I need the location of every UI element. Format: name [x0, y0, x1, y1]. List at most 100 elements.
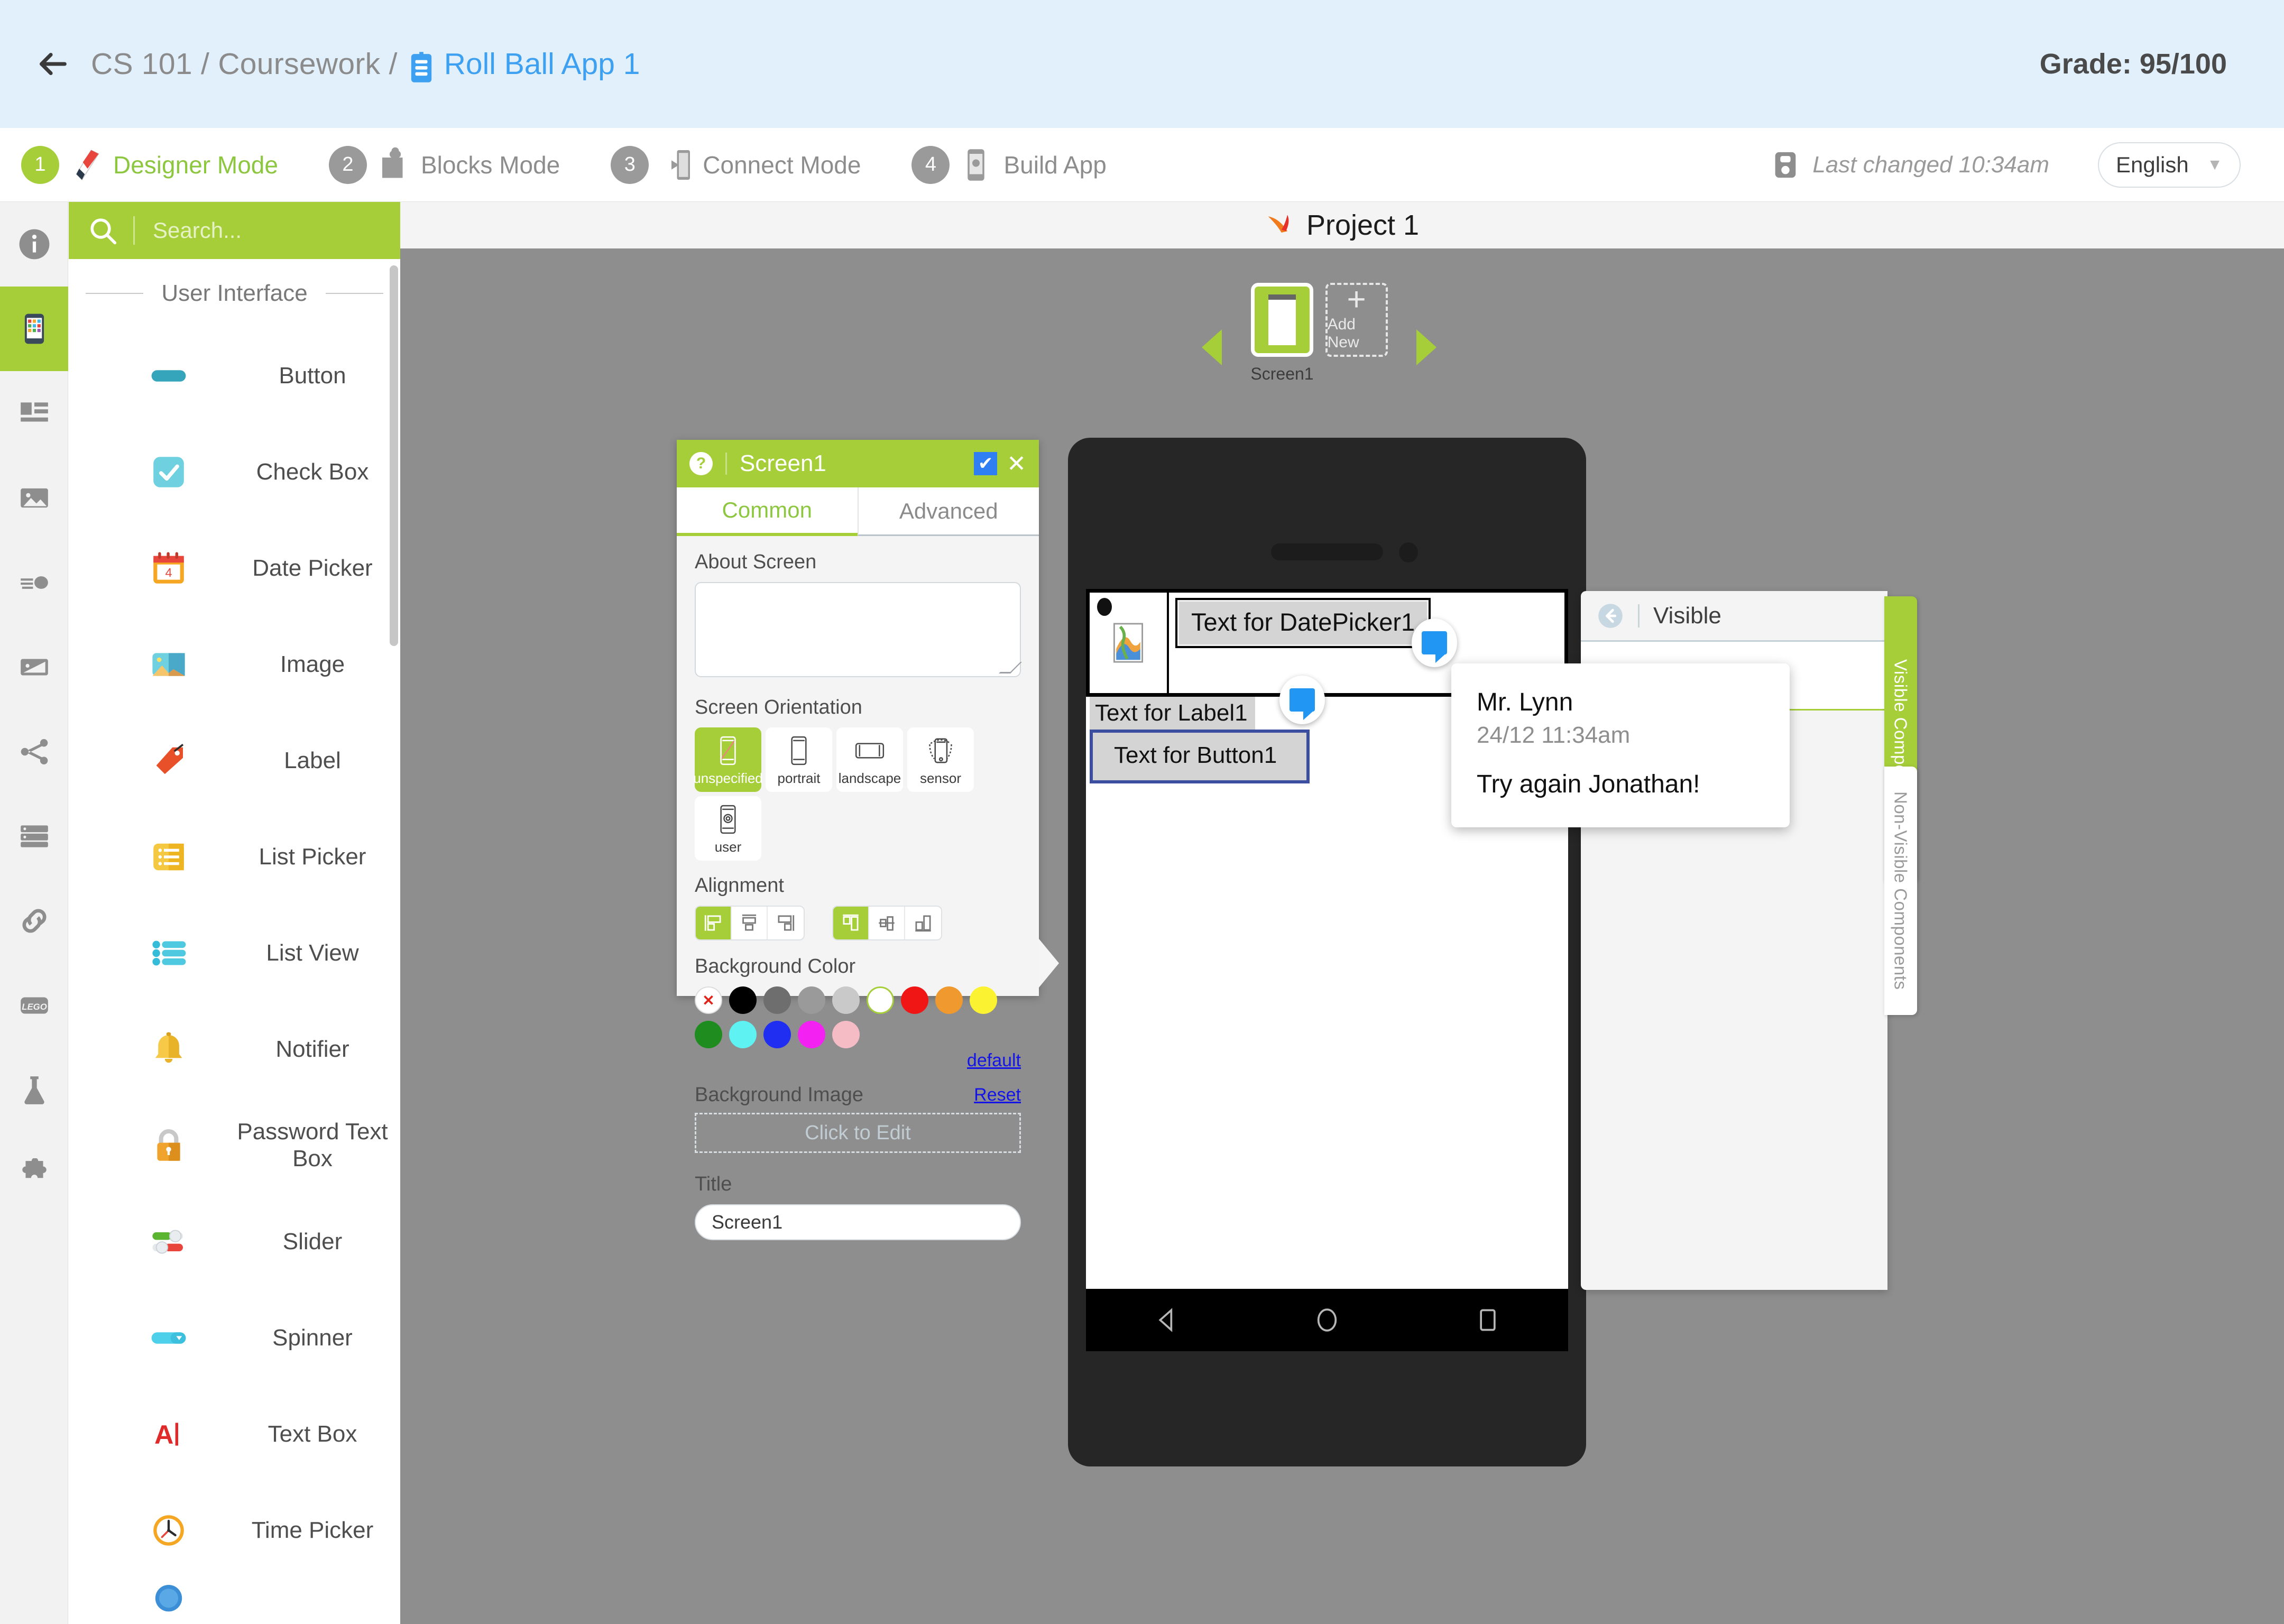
resize-grip-icon[interactable] — [999, 662, 1022, 673]
breadcrumb-section[interactable]: Coursework — [218, 47, 380, 81]
background-image-picker[interactable]: Click to Edit — [695, 1113, 1021, 1153]
image-component[interactable] — [1090, 593, 1169, 693]
connect-mode-icon — [655, 145, 695, 185]
screen-prev-arrow-icon[interactable] — [1202, 329, 1222, 365]
rail-item-social[interactable] — [0, 709, 68, 794]
palette-item-spinner[interactable]: Spinner — [69, 1290, 400, 1386]
orientation-landscape[interactable]: landscape — [836, 727, 903, 792]
reset-link[interactable]: Reset — [974, 1085, 1021, 1105]
swatch-yellow[interactable] — [970, 986, 997, 1014]
mode-tab-build[interactable]: 4 Build App — [911, 145, 1107, 185]
swatch-magenta[interactable] — [798, 1021, 825, 1048]
valign-top-button[interactable] — [833, 907, 869, 939]
tab-advanced[interactable]: Advanced — [857, 487, 1039, 536]
orientation-sensor[interactable]: sensor — [907, 727, 974, 792]
help-icon[interactable]: ? — [689, 452, 713, 475]
orientation-portrait[interactable]: portrait — [766, 727, 832, 792]
rail-item-drawing[interactable] — [0, 540, 68, 625]
palette-item-partial[interactable] — [69, 1579, 400, 1612]
datepicker-component[interactable]: Text for DatePicker1 — [1175, 598, 1431, 648]
swatch-red[interactable] — [901, 986, 928, 1014]
palette-item-check-box[interactable]: Check Box — [69, 424, 400, 520]
palette-item-text-box[interactable]: A Text Box — [69, 1386, 400, 1482]
palette-item-date-picker[interactable]: 4 Date Picker — [69, 520, 400, 616]
rail-item-experimental[interactable] — [0, 1048, 68, 1132]
palette-item-image[interactable]: Image — [69, 616, 400, 713]
comment-marker-datepicker[interactable] — [1412, 619, 1457, 667]
breadcrumb-sep-1: / — [192, 47, 218, 81]
align-right-button[interactable] — [768, 907, 804, 939]
swatch-orange[interactable] — [935, 986, 963, 1014]
valign-middle-button[interactable] — [869, 907, 905, 939]
rail-item-lego[interactable]: LEGO — [0, 963, 68, 1048]
nav-recents-icon[interactable] — [1473, 1305, 1503, 1335]
tab-common[interactable]: Common — [677, 487, 858, 536]
mode-tab-blocks[interactable]: 2 Blocks Mode — [328, 145, 560, 185]
swatch-none[interactable]: ✕ — [695, 986, 722, 1014]
palette-search[interactable]: Search... — [69, 202, 400, 259]
swatch-white[interactable] — [867, 986, 894, 1014]
swatch-gray[interactable] — [798, 986, 825, 1014]
rail-item-connectivity[interactable] — [0, 879, 68, 963]
palette-item-password-text-box[interactable]: Password Text Box — [69, 1097, 400, 1194]
app-logo-icon — [1265, 210, 1295, 240]
swatch-pink[interactable] — [832, 1021, 860, 1048]
label-component[interactable]: Text for Label1 — [1090, 697, 1255, 732]
rail-item-storage[interactable] — [0, 794, 68, 879]
button-component[interactable]: Text for Button1 — [1090, 730, 1310, 783]
default-color-link[interactable]: default — [967, 1050, 1021, 1071]
rail-item-layout[interactable] — [0, 371, 68, 456]
palette-item-label[interactable]: Label — [69, 713, 400, 809]
swatch-blue[interactable] — [763, 1021, 791, 1048]
palette-scroll-area: User Interface Button Check Box 4 Date P… — [69, 259, 400, 1624]
visible-panel-header: Visible — [1581, 591, 1887, 642]
mode-tab-designer[interactable]: 1 Designer Mode — [21, 145, 278, 185]
screen-next-arrow-icon[interactable] — [1416, 329, 1436, 365]
mode-number-4: 4 — [911, 145, 950, 184]
rail-item-extension[interactable] — [0, 1132, 68, 1217]
comment-author: Mr. Lynn — [1477, 688, 1573, 716]
screen-thumb-group[interactable]: Screen1 — [1250, 283, 1314, 384]
close-icon[interactable]: ✕ — [1007, 450, 1026, 477]
confirm-checkbox[interactable]: ✔ — [974, 452, 998, 475]
screen-thumb-label: Screen1 — [1250, 364, 1314, 383]
palette-item-button[interactable]: Button — [69, 328, 400, 424]
palette-item-list-view[interactable]: List View — [69, 905, 400, 1001]
search-input[interactable]: Search... — [153, 218, 242, 243]
align-center-button[interactable] — [732, 907, 768, 939]
mode-tab-connect[interactable]: 3 Connect Mode — [611, 145, 861, 185]
nav-home-icon[interactable] — [1312, 1305, 1342, 1335]
chevron-down-icon: ▼ — [2207, 155, 2223, 173]
swatch-cyan[interactable] — [729, 1021, 757, 1048]
breadcrumb-course[interactable]: CS 101 — [91, 47, 192, 81]
language-select[interactable]: English ▼ — [2098, 142, 2241, 188]
swatch-light-gray[interactable] — [832, 986, 860, 1014]
valign-bottom-button[interactable] — [905, 907, 941, 939]
back-circle-icon[interactable] — [1597, 602, 1624, 630]
comment-marker-button[interactable] — [1279, 676, 1325, 724]
nav-back-icon[interactable] — [1152, 1305, 1181, 1335]
side-tab-non-visible-components[interactable]: Non-Visible Components — [1884, 767, 1917, 1015]
align-left-button[interactable] — [696, 907, 732, 939]
swatch-black[interactable] — [729, 986, 757, 1014]
orientation-unspecified[interactable]: unspecified — [693, 727, 763, 792]
palette-item-list-picker[interactable]: List Picker — [69, 809, 400, 905]
back-arrow-icon[interactable] — [32, 43, 73, 85]
swatch-green[interactable] — [695, 1021, 722, 1048]
palette-scrollbar[interactable] — [390, 265, 398, 646]
breadcrumb-project[interactable]: Roll Ball App 1 — [444, 47, 640, 81]
palette-item-notifier[interactable]: Notifier — [69, 1001, 400, 1097]
about-screen-textarea[interactable] — [695, 582, 1022, 677]
rail-item-info[interactable] — [0, 202, 68, 287]
palette-item-time-picker[interactable]: Time Picker — [69, 1482, 400, 1579]
palette-item-slider[interactable]: Slider — [69, 1194, 400, 1290]
orientation-user[interactable]: user — [695, 796, 761, 861]
add-new-screen-button[interactable]: + Add New — [1325, 283, 1388, 357]
properties-collapse-arrow-icon[interactable] — [1039, 939, 1059, 988]
rail-item-sensors[interactable] — [0, 625, 68, 709]
title-input[interactable]: Screen1 — [695, 1204, 1021, 1240]
rail-item-media[interactable] — [0, 456, 68, 540]
rail-item-user-interface[interactable] — [0, 287, 68, 371]
screen-thumbnail-screen1[interactable] — [1251, 283, 1313, 357]
swatch-dark-gray[interactable] — [763, 986, 791, 1014]
